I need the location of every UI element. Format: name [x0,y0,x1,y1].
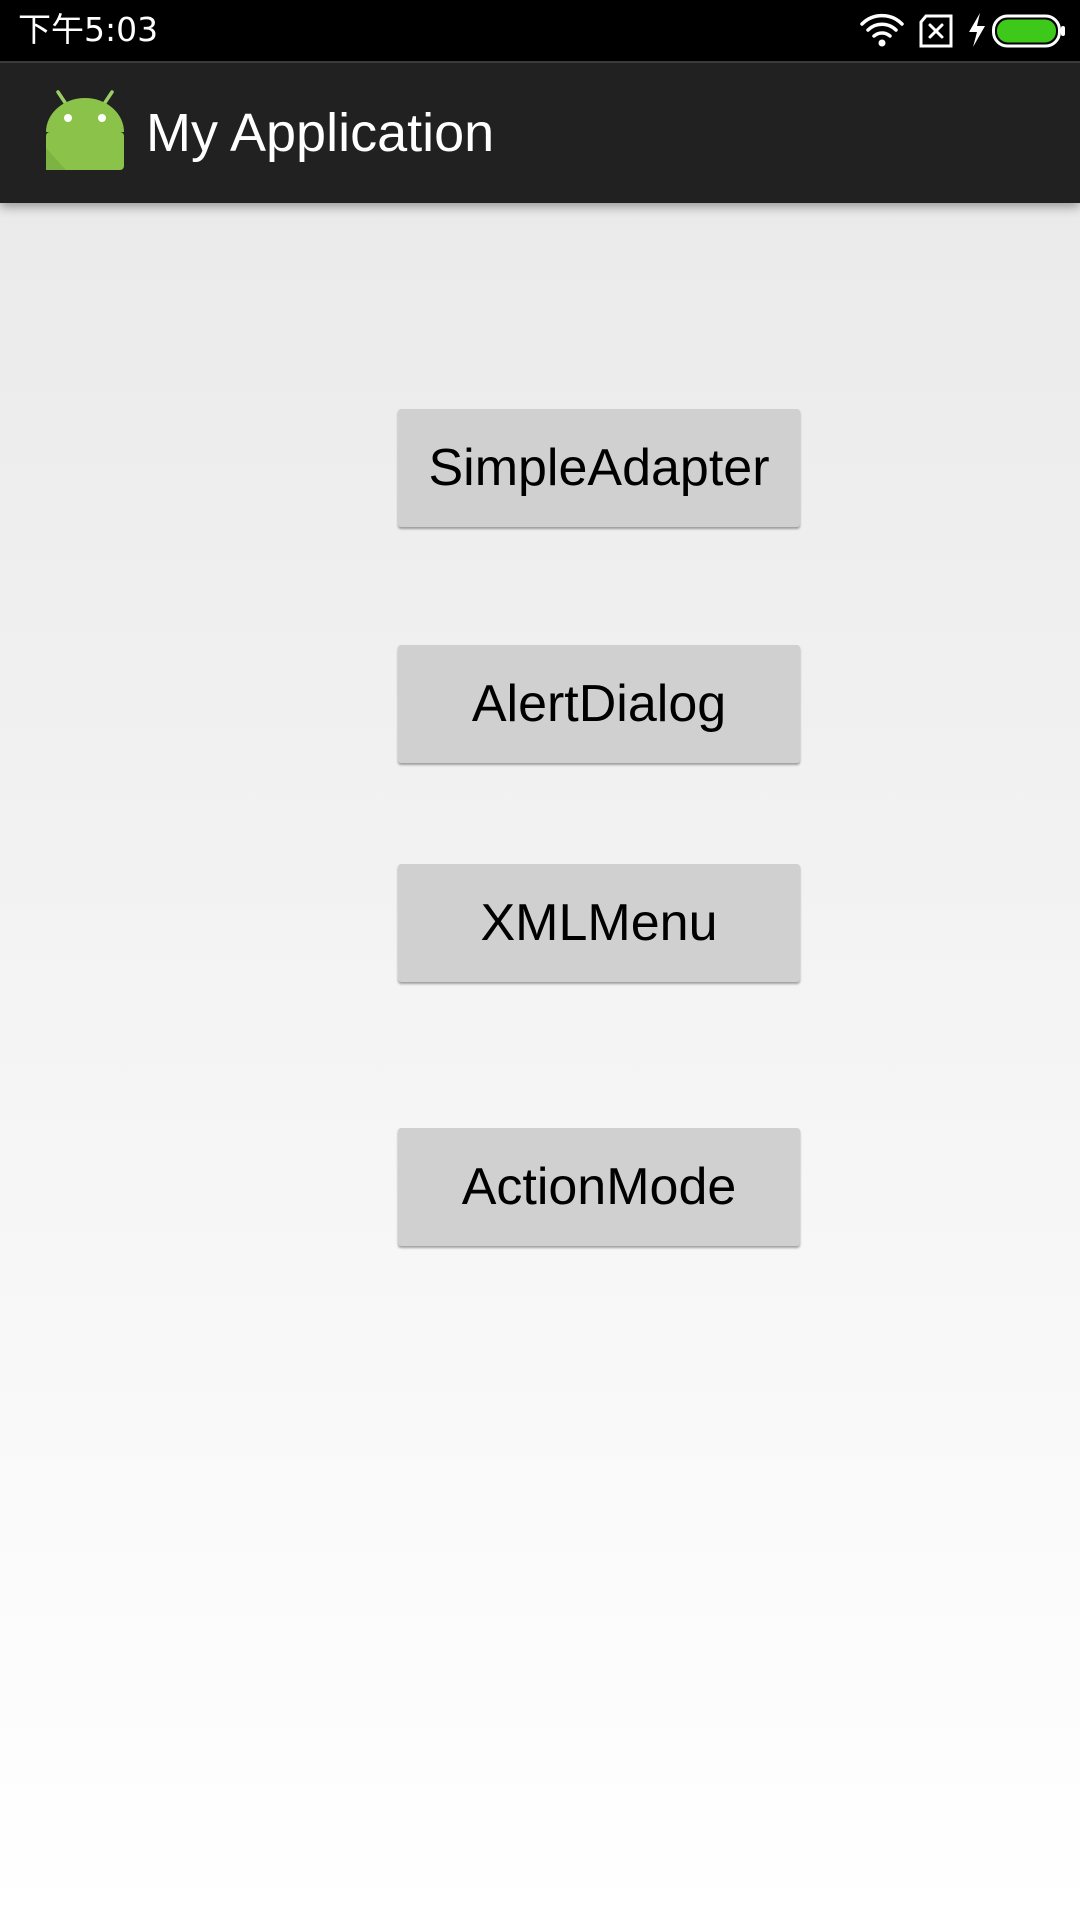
android-icon [46,90,124,170]
charging-icon [969,13,985,47]
action-bar-divider [0,61,1080,63]
action-mode-button[interactable]: ActionMode [398,1128,800,1246]
sim-none-icon [919,14,953,48]
wifi-icon [860,13,904,47]
xml-menu-button[interactable]: XMLMenu [398,864,800,982]
simple-adapter-button[interactable]: SimpleAdapter [398,409,800,527]
action-bar: My Application [0,61,1080,203]
app-title: My Application [146,103,495,163]
alert-dialog-button[interactable]: AlertDialog [398,645,800,763]
battery-full-icon [992,14,1065,48]
screen: 下午5:03 My Application SimpleAdapter Aler… [0,0,1080,1920]
status-time: 下午5:03 [18,10,159,49]
status-bar: 下午5:03 [0,0,1080,61]
